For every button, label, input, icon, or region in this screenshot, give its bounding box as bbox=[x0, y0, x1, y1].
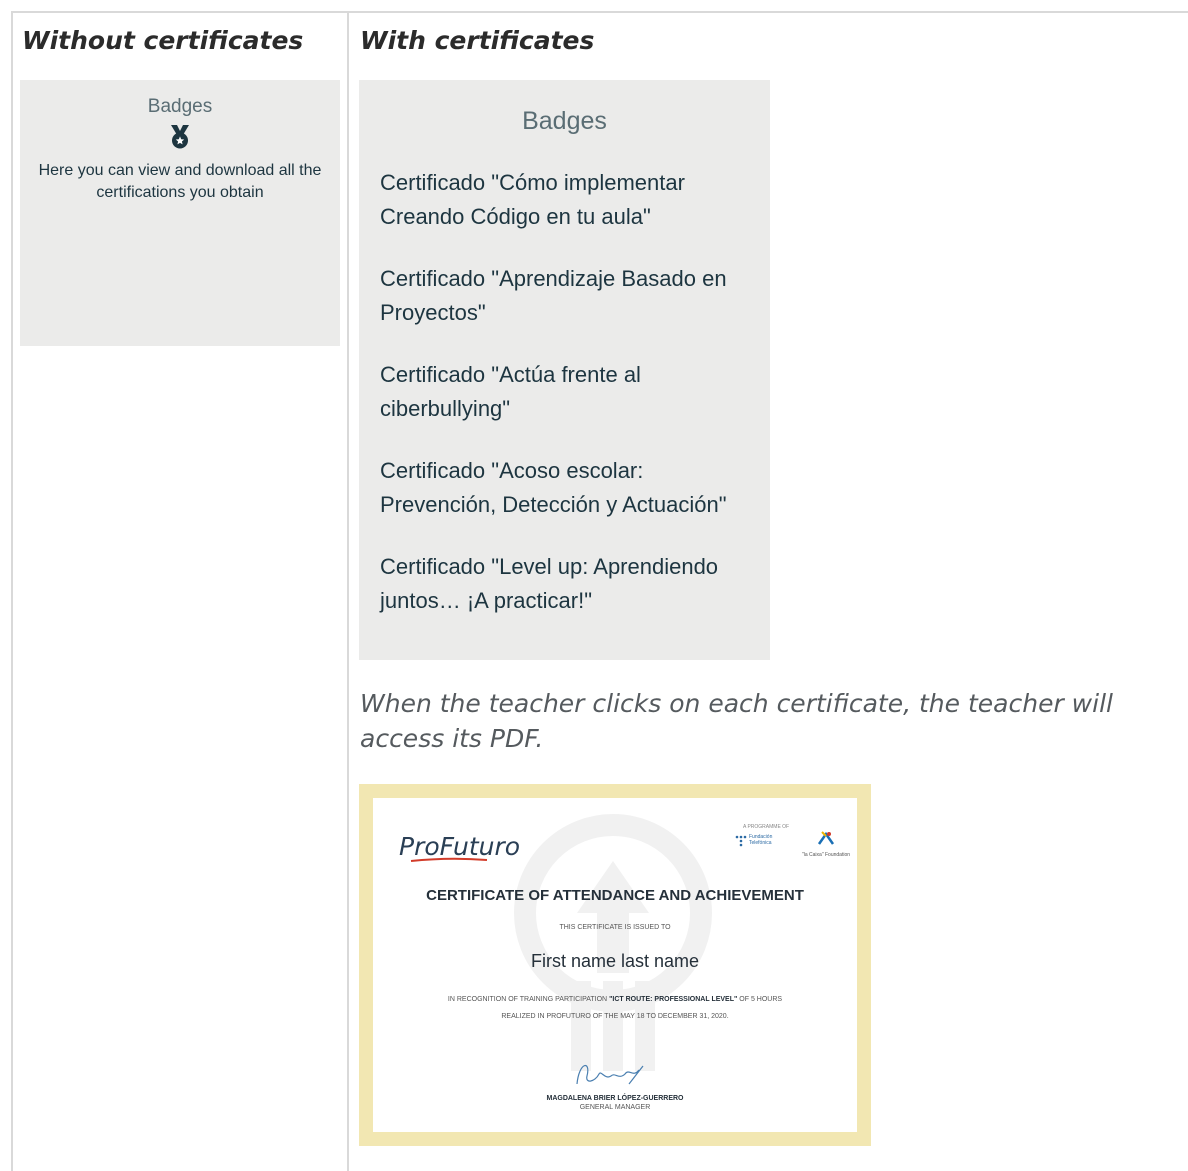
badges-empty-panel: Badges Here you can view and download al… bbox=[20, 80, 340, 346]
watermark-logo-icon bbox=[514, 814, 712, 1071]
course-name: "ICT ROUTE: PROFESSIONAL LEVEL" bbox=[609, 996, 738, 1003]
la-caixa-star-icon bbox=[817, 831, 835, 845]
certificate-link[interactable]: Certificado "Acoso escolar: Prevención, … bbox=[380, 454, 765, 522]
body-text-line2: REALIZED IN PROFUTURO OF THE MAY 18 TO D… bbox=[501, 1013, 729, 1020]
certificate-link[interactable]: Certificado "Level up: Aprendiendo junto… bbox=[380, 550, 765, 618]
column-heading-with-certificates: With certificates bbox=[360, 26, 595, 55]
column-heading-without-certificates: Without certificates bbox=[22, 26, 304, 55]
badges-title: Badges bbox=[522, 107, 607, 135]
certificate-preview: ProFuturo A PROGRAMME OF Fundación Telef… bbox=[359, 784, 871, 1146]
badges-panel: Badges Certificado "Cómo implementar Cre… bbox=[359, 80, 770, 660]
certificate-issued-to: THIS CERTIFICATE IS ISSUED TO bbox=[559, 924, 671, 931]
la-caixa-logo: "la Caixa" Foundation bbox=[801, 830, 851, 858]
logo-underline bbox=[410, 857, 488, 862]
body-text-end: OF 5 HOURS bbox=[739, 996, 783, 1003]
certificate-link[interactable]: Certificado "Cómo implementar Creando Có… bbox=[380, 166, 765, 234]
body-text-start: IN RECOGNITION OF TRAINING PARTICIPATION bbox=[447, 996, 608, 1003]
signature-icon bbox=[576, 1065, 644, 1085]
telefonica-dots-icon bbox=[735, 835, 747, 847]
badges-title: Badges bbox=[147, 96, 213, 117]
certificate-link[interactable]: Certificado "Actúa frente al ciberbullyi… bbox=[380, 358, 765, 426]
certificate-link[interactable]: Certificado "Aprendizaje Basado en Proye… bbox=[380, 262, 765, 330]
medal-icon bbox=[171, 125, 189, 149]
certificate-page: ProFuturo A PROGRAMME OF Fundación Telef… bbox=[373, 798, 857, 1132]
sponsor1-name: Fundación Telefónica bbox=[749, 834, 773, 846]
explanation-note: When the teacher clicks on each certific… bbox=[360, 689, 1113, 753]
recipient-name: First name last name bbox=[530, 951, 700, 971]
certificate-body: IN RECOGNITION OF TRAINING PARTICIPATION… bbox=[403, 991, 827, 1025]
programme-label: A PROGRAMME OF bbox=[743, 824, 790, 830]
fundacion-telefonica-logo: Fundación Telefónica bbox=[735, 834, 772, 852]
table-top-border bbox=[11, 11, 1188, 13]
certificate-title: CERTIFICATE OF ATTENDANCE AND ACHIEVEMEN… bbox=[426, 887, 804, 904]
table-left-border bbox=[11, 11, 13, 1171]
signer-role: GENERAL MANAGER bbox=[579, 1104, 651, 1111]
signer-name: MAGDALENA BRIER LÓPEZ-GUERRERO bbox=[546, 1095, 684, 1102]
certificate-list: Certificado "Cómo implementar Creando Có… bbox=[380, 166, 765, 646]
table-column-divider bbox=[347, 11, 349, 1171]
badges-empty-description: Here you can view and download all the c… bbox=[38, 162, 322, 201]
sponsor2-name: "la Caixa" Foundation bbox=[801, 852, 851, 858]
